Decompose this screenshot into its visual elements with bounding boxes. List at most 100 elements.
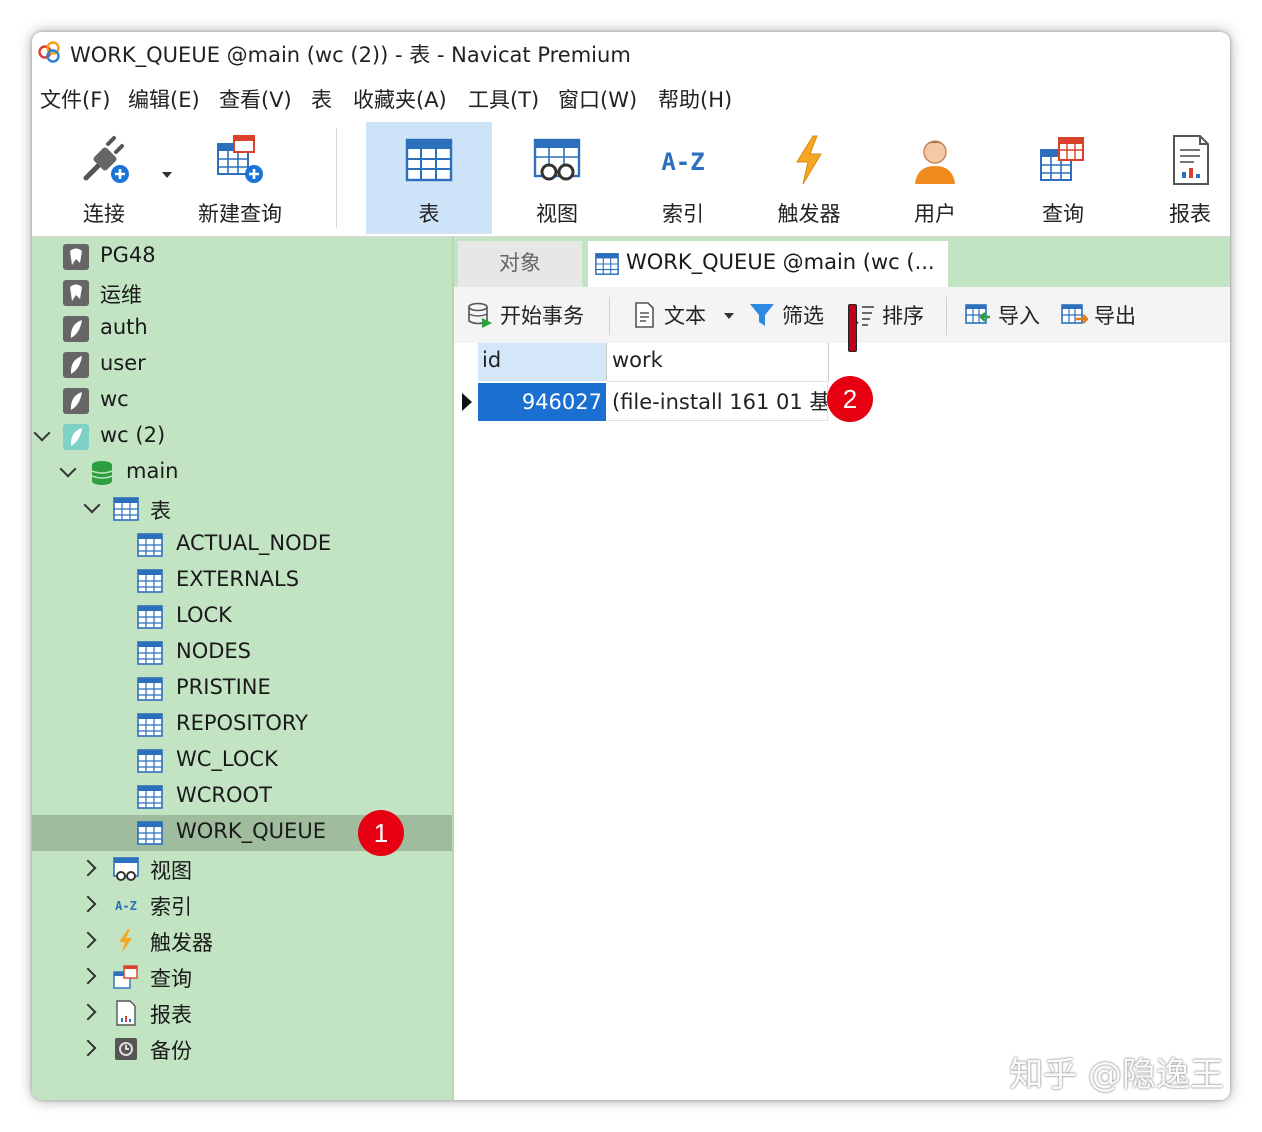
table-icon: [137, 785, 163, 809]
text-view-button[interactable]: 文本: [630, 299, 720, 331]
tree-connection-wc[interactable]: wc: [32, 383, 452, 419]
connect-button[interactable]: 连接: [54, 122, 154, 234]
tree-table-wcroot[interactable]: WCROOT: [32, 779, 452, 815]
tree-table-lock[interactable]: LOCK: [32, 599, 452, 635]
tree-connection-auth[interactable]: auth: [32, 311, 452, 347]
lightning-icon: [796, 135, 822, 185]
document-icon: [635, 302, 654, 328]
chevron-right-icon[interactable]: [79, 895, 97, 913]
tree-group-backups[interactable]: 备份: [32, 1031, 452, 1067]
tab-objects[interactable]: 对象: [458, 241, 582, 287]
tree-label: REPOSITORY: [176, 711, 309, 735]
column-header-id[interactable]: id: [478, 343, 607, 381]
export-label: 导出: [1094, 304, 1136, 328]
chevron-right-icon[interactable]: [79, 1039, 97, 1057]
tree-table-actual-node[interactable]: ACTUAL_NODE: [32, 527, 452, 563]
menu-help[interactable]: 帮助(H): [658, 84, 732, 114]
tree-label: WC_LOCK: [176, 747, 278, 771]
chevron-right-icon[interactable]: [79, 859, 97, 877]
user-label: 用户: [914, 202, 956, 226]
trigger-label: 触发器: [777, 202, 841, 226]
tree-group-views[interactable]: 视图: [32, 851, 452, 887]
menu-tools[interactable]: 工具(T): [468, 84, 539, 114]
tree-label: main: [126, 459, 179, 483]
report-icon: [116, 1000, 136, 1026]
chevron-right-icon[interactable]: [79, 967, 97, 985]
tree-connection-wc2[interactable]: wc (2): [32, 419, 452, 455]
menu-bar: 文件(F) 编辑(E) 查看(V) 表 收藏夹(A) 工具(T) 窗口(W) 帮…: [32, 76, 1230, 118]
tree-label: PG48: [100, 243, 156, 267]
menu-view[interactable]: 查看(V): [219, 84, 292, 114]
watermark: 知乎 @隐逸王: [1009, 1055, 1224, 1095]
content-area: 对象 WORK_QUEUE @main (wc (... 开始事务 文本 筛选: [454, 237, 1230, 1100]
tree-connection-pg48[interactable]: PG48: [32, 239, 452, 275]
new-query-icon: [217, 135, 263, 183]
tree-group-tables[interactable]: 表: [32, 491, 452, 527]
import-button[interactable]: 导入: [964, 299, 1050, 331]
tab-work-queue[interactable]: WORK_QUEUE @main (wc (...: [588, 241, 948, 287]
lightning-icon: [119, 929, 132, 953]
tree-label: 视图: [150, 859, 192, 883]
sqlite-feather-icon: [63, 352, 89, 378]
table-icon: [137, 569, 163, 593]
tree-label: user: [100, 351, 146, 375]
column-header-label: id: [482, 348, 502, 372]
tree-table-repository[interactable]: REPOSITORY: [32, 707, 452, 743]
tree-label: 表: [150, 499, 171, 523]
new-query-button[interactable]: 新建查询: [184, 122, 296, 234]
tree-schema-main[interactable]: main: [32, 455, 452, 491]
column-header-work[interactable]: work: [608, 343, 829, 382]
tree-table-wc-lock[interactable]: WC_LOCK: [32, 743, 452, 779]
begin-transaction-button[interactable]: 开始事务: [466, 299, 592, 331]
tree-group-queries[interactable]: 查询: [32, 959, 452, 995]
menu-favorites[interactable]: 收藏夹(A): [353, 84, 447, 114]
tree-group-reports[interactable]: 报表: [32, 995, 452, 1031]
filter-button[interactable]: 筛选: [748, 299, 838, 331]
tree-table-externals[interactable]: EXTERNALS: [32, 563, 452, 599]
sort-label: 排序: [882, 304, 924, 328]
chevron-down-icon[interactable]: [33, 424, 51, 442]
table-button[interactable]: 表: [366, 122, 492, 234]
menu-file[interactable]: 文件(F): [40, 84, 110, 114]
cell-id[interactable]: 946027: [478, 383, 606, 421]
chevron-right-icon[interactable]: [79, 1003, 97, 1021]
query-button[interactable]: 查询: [1000, 122, 1126, 234]
chevron-down-icon[interactable]: [59, 460, 77, 478]
view-button[interactable]: 视图: [494, 122, 620, 234]
export-button[interactable]: 导出: [1060, 299, 1146, 331]
data-toolbar: 开始事务 文本 筛选 排序 导入 导出: [454, 287, 1230, 343]
tree-connection-user[interactable]: user: [32, 347, 452, 383]
tree-group-indexes[interactable]: A-Z 索引: [32, 887, 452, 923]
connect-dropdown-caret[interactable]: [162, 172, 172, 178]
text-dropdown-caret[interactable]: [724, 313, 734, 319]
sqlite-feather-icon: [63, 424, 89, 450]
user-button[interactable]: 用户: [872, 122, 998, 234]
tree-group-triggers[interactable]: 触发器: [32, 923, 452, 959]
view-icon: [113, 857, 139, 881]
index-button[interactable]: A-Z 索引: [620, 122, 746, 234]
chevron-down-icon[interactable]: [83, 496, 101, 514]
menu-table[interactable]: 表: [311, 84, 332, 114]
table-icon: [595, 253, 619, 275]
tree-label: 索引: [150, 895, 192, 919]
table-row[interactable]: 946027 (file-install 161 01 基: [454, 383, 834, 421]
tree-connection-ops[interactable]: 运维: [32, 275, 452, 311]
tree-label: 查询: [150, 967, 192, 991]
navigation-tree[interactable]: PG48 运维 auth user wc wc (2) main 表 ACTUA…: [32, 237, 454, 1100]
report-button[interactable]: 报表: [1130, 122, 1230, 234]
tree-table-pristine[interactable]: PRISTINE: [32, 671, 452, 707]
chevron-right-icon[interactable]: [79, 931, 97, 949]
tree-table-nodes[interactable]: NODES: [32, 635, 452, 671]
report-icon: [1173, 135, 1209, 185]
sort-button[interactable]: 排序: [848, 299, 938, 331]
index-az-icon: A-Z: [115, 899, 137, 913]
tree-label: LOCK: [176, 603, 232, 627]
tab-label: WORK_QUEUE @main (wc (...: [626, 250, 935, 274]
table-icon: [405, 138, 453, 182]
menu-edit[interactable]: 编辑(E): [128, 84, 200, 114]
table-icon: [113, 497, 139, 521]
trigger-button[interactable]: 触发器: [746, 122, 872, 234]
cell-work[interactable]: (file-install 161 01 基: [608, 383, 828, 421]
menu-window[interactable]: 窗口(W): [558, 84, 637, 114]
navicat-window: WORK_QUEUE @main (wc (2)) - 表 - Navicat …: [32, 32, 1230, 1100]
